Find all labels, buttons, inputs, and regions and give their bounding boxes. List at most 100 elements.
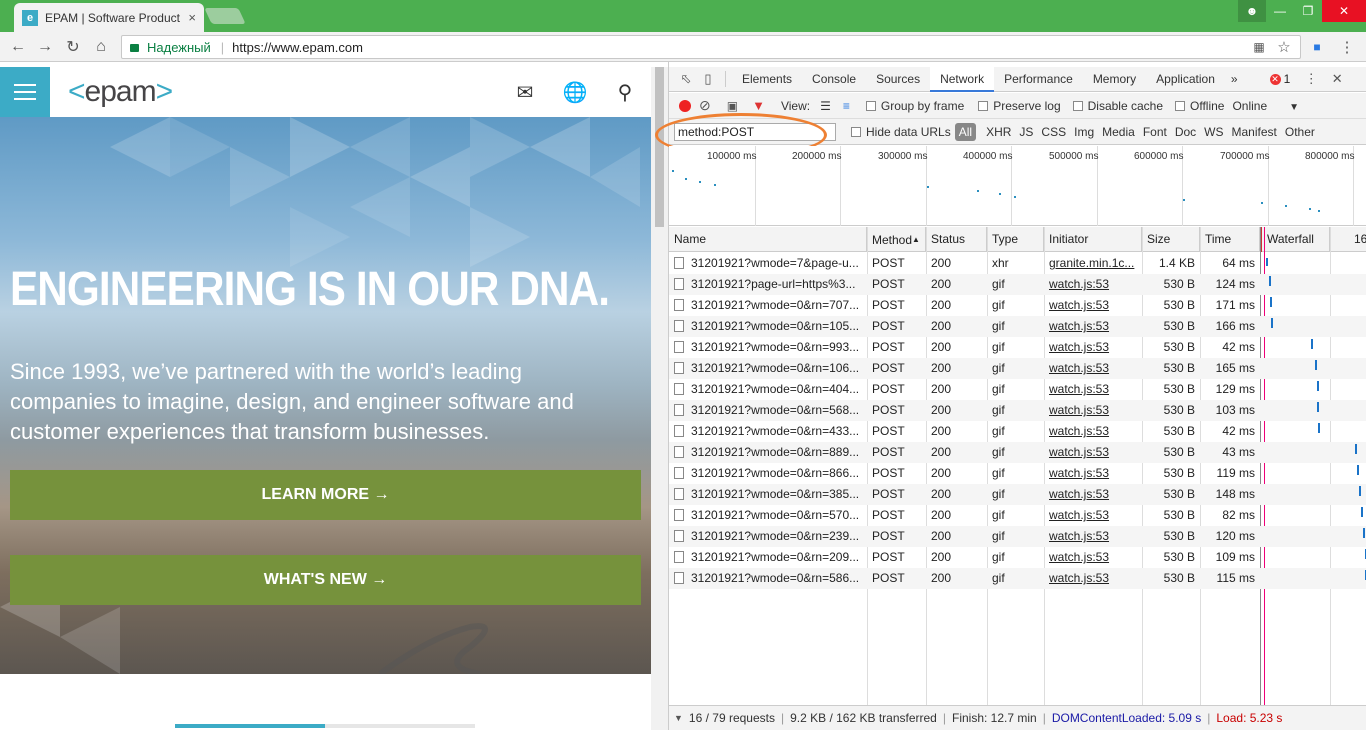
- request-initiator[interactable]: watch.js:53: [1044, 526, 1142, 547]
- filter-type-manifest[interactable]: Manifest: [1228, 125, 1281, 139]
- request-initiator[interactable]: watch.js:53: [1044, 463, 1142, 484]
- table-row[interactable]: 31201921?wmode=0&rn=404... POST 200 gif watc…: [669, 379, 1366, 400]
- request-initiator[interactable]: watch.js:53: [1044, 568, 1142, 589]
- request-name[interactable]: 31201921?wmode=0&rn=209...: [669, 547, 867, 568]
- request-name[interactable]: 31201921?wmode=0&rn=433...: [669, 421, 867, 442]
- disable-cache-checkbox[interactable]: Disable cache: [1072, 99, 1163, 113]
- new-tab-button[interactable]: [204, 8, 246, 24]
- record-icon[interactable]: [679, 99, 691, 112]
- reload-icon[interactable]: ↻: [62, 36, 84, 58]
- error-counter[interactable]: ✕ 1: [1269, 72, 1290, 86]
- request-initiator[interactable]: watch.js:53: [1044, 316, 1142, 337]
- status-toggle-icon[interactable]: ▼: [674, 713, 683, 723]
- request-name[interactable]: 31201921?wmode=0&rn=866...: [669, 463, 867, 484]
- table-row[interactable]: 31201921?wmode=0&rn=105... POST 200 gif watc…: [669, 316, 1366, 337]
- initiator-link[interactable]: watch.js:53: [1049, 340, 1109, 354]
- filter-type-font[interactable]: Font: [1139, 125, 1171, 139]
- initiator-link[interactable]: watch.js:53: [1049, 298, 1109, 312]
- initiator-link[interactable]: watch.js:53: [1049, 361, 1109, 375]
- extension-icon[interactable]: ■: [1308, 38, 1326, 56]
- capture-screenshots-icon[interactable]: ▣: [727, 99, 738, 113]
- table-row[interactable]: 31201921?wmode=0&rn=707... POST 200 gif watc…: [669, 295, 1366, 316]
- request-initiator[interactable]: watch.js:53: [1044, 505, 1142, 526]
- learn-more-button[interactable]: LEARN MORE →: [10, 470, 641, 520]
- whats-new-button[interactable]: WHAT'S NEW →: [10, 555, 641, 605]
- filter-type-media[interactable]: Media: [1098, 125, 1139, 139]
- forward-icon[interactable]: →: [34, 36, 56, 58]
- settings-dots-icon[interactable]: ⋮: [1300, 68, 1322, 90]
- minimize-icon[interactable]: —: [1266, 0, 1294, 22]
- initiator-link[interactable]: granite.min.1c...: [1049, 256, 1134, 270]
- table-row[interactable]: 31201921?wmode=0&rn=433... POST 200 gif watc…: [669, 421, 1366, 442]
- request-initiator[interactable]: watch.js:53: [1044, 400, 1142, 421]
- epam-logo[interactable]: <epam>: [68, 75, 173, 109]
- column-method[interactable]: Method▲: [867, 227, 926, 252]
- offline-checkbox[interactable]: Offline: [1175, 99, 1224, 113]
- request-initiator[interactable]: granite.min.1c...: [1044, 253, 1142, 274]
- initiator-link[interactable]: watch.js:53: [1049, 529, 1109, 543]
- translate-icon[interactable]: ▦: [1250, 38, 1268, 56]
- tab-application[interactable]: Application: [1146, 67, 1225, 92]
- filter-type-img[interactable]: Img: [1070, 125, 1098, 139]
- request-name[interactable]: 31201921?wmode=0&rn=239...: [669, 526, 867, 547]
- request-name[interactable]: 31201921?wmode=0&rn=106...: [669, 358, 867, 379]
- table-row[interactable]: 31201921?wmode=0&rn=866... POST 200 gif watc…: [669, 463, 1366, 484]
- filter-type-css[interactable]: CSS: [1037, 125, 1070, 139]
- hamburger-menu-icon[interactable]: [0, 67, 50, 117]
- filter-type-doc[interactable]: Doc: [1171, 125, 1200, 139]
- scrollbar-thumb[interactable]: [655, 67, 664, 227]
- close-devtools-icon[interactable]: ✕: [1326, 68, 1348, 90]
- table-row[interactable]: 31201921?wmode=0&rn=570... POST 200 gif watc…: [669, 505, 1366, 526]
- browser-tab[interactable]: e EPAM | Software Product ×: [14, 3, 204, 32]
- hide-data-urls-checkbox[interactable]: Hide data URLs: [851, 125, 951, 139]
- filter-type-ws[interactable]: WS: [1200, 125, 1227, 139]
- bookmark-star-icon[interactable]: ☆: [1275, 38, 1293, 56]
- table-row[interactable]: 31201921?page-url=https%3... POST 200 gif wa…: [669, 274, 1366, 295]
- device-toolbar-icon[interactable]: ▯: [697, 68, 719, 90]
- request-initiator[interactable]: watch.js:53: [1044, 274, 1142, 295]
- back-icon[interactable]: ←: [7, 36, 29, 58]
- request-name[interactable]: 31201921?wmode=0&rn=404...: [669, 379, 867, 400]
- home-icon[interactable]: ⌂: [90, 36, 112, 58]
- column-waterfall[interactable]: Waterfall: [1260, 227, 1330, 252]
- mail-icon[interactable]: ✉: [512, 79, 538, 105]
- request-initiator[interactable]: watch.js:53: [1044, 421, 1142, 442]
- tab-elements[interactable]: Elements: [732, 67, 802, 92]
- column-time[interactable]: Time: [1200, 227, 1260, 252]
- tab-memory[interactable]: Memory: [1083, 67, 1146, 92]
- clear-icon[interactable]: ⊘: [699, 97, 711, 114]
- initiator-link[interactable]: watch.js:53: [1049, 466, 1109, 480]
- request-name[interactable]: 31201921?page-url=https%3...: [669, 274, 867, 295]
- tab-network[interactable]: Network: [930, 66, 995, 92]
- filter-type-xhr[interactable]: XHR: [982, 125, 1015, 139]
- table-row[interactable]: 31201921?wmode=0&rn=239... POST 200 gif watc…: [669, 526, 1366, 547]
- tab-sources[interactable]: Sources: [866, 67, 930, 92]
- throttling-select[interactable]: Online ▼: [1232, 99, 1299, 113]
- restore-icon[interactable]: ❐: [1294, 0, 1322, 22]
- table-row[interactable]: 31201921?wmode=0&rn=586... POST 200 gif watc…: [669, 568, 1366, 589]
- filter-type-other[interactable]: Other: [1281, 125, 1319, 139]
- filter-icon[interactable]: ▼: [752, 98, 765, 113]
- table-row[interactable]: 31201921?wmode=0&rn=106... POST 200 gif watc…: [669, 358, 1366, 379]
- column-status[interactable]: Status: [926, 227, 987, 252]
- table-row[interactable]: 31201921?wmode=0&rn=568... POST 200 gif watc…: [669, 400, 1366, 421]
- group-by-frame-checkbox[interactable]: Group by frame: [865, 99, 964, 113]
- initiator-link[interactable]: watch.js:53: [1049, 424, 1109, 438]
- inspect-element-icon[interactable]: ⬁: [675, 68, 697, 90]
- globe-icon[interactable]: 🌐: [562, 79, 588, 105]
- request-name[interactable]: 31201921?wmode=7&page-u...: [669, 253, 867, 274]
- initiator-link[interactable]: watch.js:53: [1049, 277, 1109, 291]
- user-profile-icon[interactable]: ☻: [1238, 0, 1266, 22]
- filter-type-js[interactable]: JS: [1015, 125, 1037, 139]
- preserve-log-checkbox[interactable]: Preserve log: [978, 99, 1061, 113]
- request-initiator[interactable]: watch.js:53: [1044, 442, 1142, 463]
- column-initiator[interactable]: Initiator: [1044, 227, 1142, 252]
- request-name[interactable]: 31201921?wmode=0&rn=993...: [669, 337, 867, 358]
- request-name[interactable]: 31201921?wmode=0&rn=889...: [669, 442, 867, 463]
- table-row[interactable]: 31201921?wmode=7&page-u... POST 200 xhr gran…: [669, 253, 1366, 274]
- filter-type-all[interactable]: All: [954, 122, 977, 141]
- column-type[interactable]: Type: [987, 227, 1044, 252]
- tab-performance[interactable]: Performance: [994, 67, 1083, 92]
- tab-console[interactable]: Console: [802, 67, 866, 92]
- carousel-indicator[interactable]: [175, 724, 475, 728]
